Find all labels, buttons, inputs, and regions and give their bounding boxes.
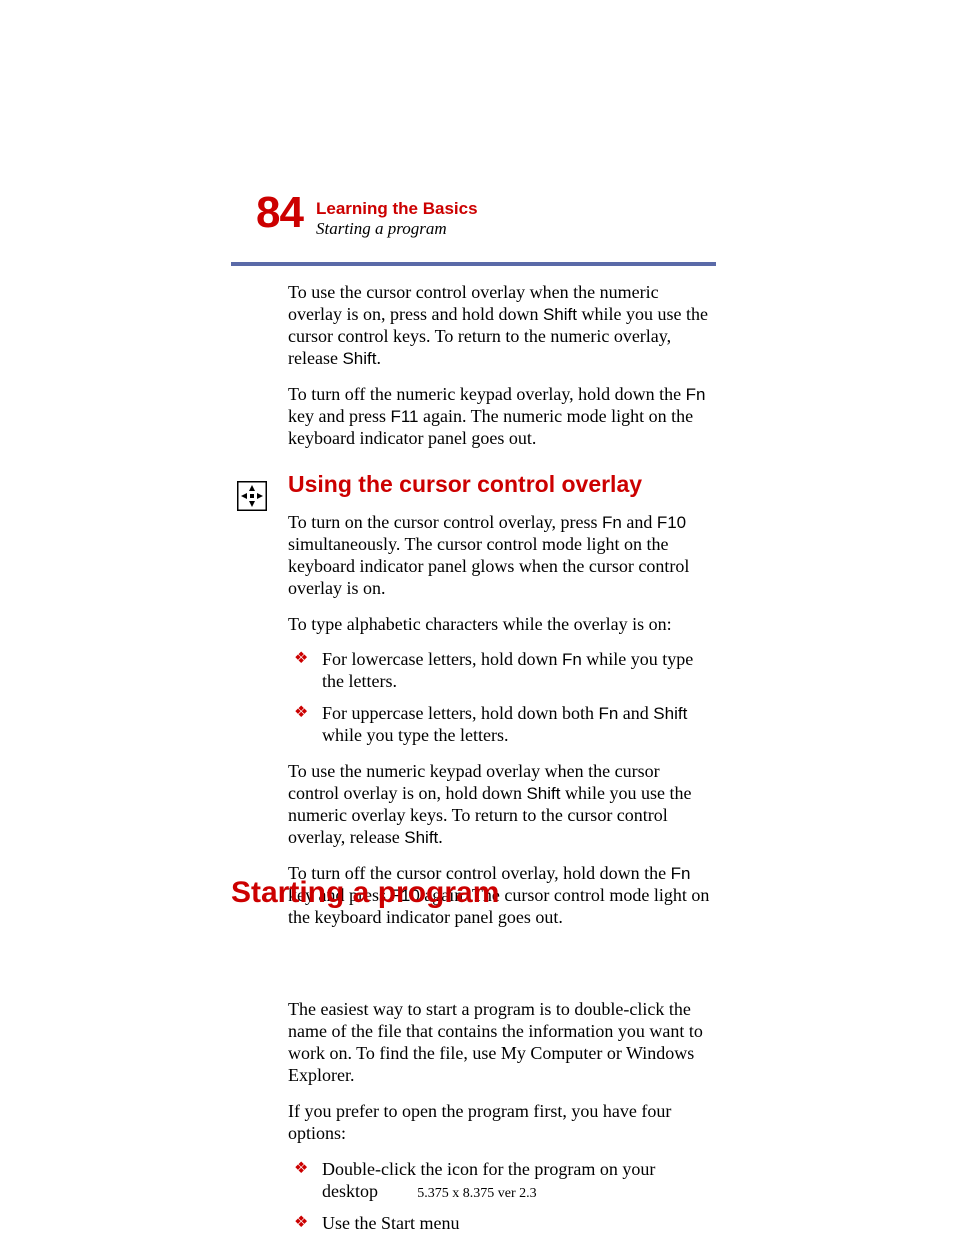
key-shift: Shift	[342, 349, 376, 368]
header-rule	[231, 262, 716, 266]
key-fn: Fn	[671, 864, 691, 883]
paragraph: To use the numeric keypad overlay when t…	[288, 761, 714, 849]
bullet-list: For lowercase letters, hold down Fn whil…	[288, 649, 714, 747]
paragraph: To turn off the numeric keypad overlay, …	[288, 384, 714, 450]
list-item: For lowercase letters, hold down Fn whil…	[288, 649, 714, 693]
list-item: Use the Start menu	[288, 1213, 714, 1235]
heading-starting-a-program: Starting a program	[231, 876, 499, 910]
key-shift: Shift	[526, 784, 560, 803]
paragraph: The easiest way to start a program is to…	[288, 999, 714, 1087]
paragraph: To turn on the cursor control overlay, p…	[288, 512, 714, 600]
paragraph: To type alphabetic characters while the …	[288, 614, 714, 636]
list-item: For uppercase letters, hold down both Fn…	[288, 703, 714, 747]
heading-cursor-control-overlay: Using the cursor control overlay	[288, 470, 714, 498]
chapter-title: Learning the Basics	[316, 199, 478, 219]
key-shift: Shift	[653, 704, 687, 723]
key-shift: Shift	[404, 828, 438, 847]
key-fn: Fn	[602, 513, 622, 532]
paragraph: To use the cursor control overlay when t…	[288, 282, 714, 370]
key-shift: Shift	[543, 305, 577, 324]
running-head-subtitle: Starting a program	[316, 219, 447, 239]
key-f10: F10	[657, 513, 686, 532]
key-f11: F11	[390, 407, 418, 426]
page-number: 84	[256, 188, 303, 238]
cursor-control-icon	[237, 481, 267, 511]
paragraph: If you prefer to open the program first,…	[288, 1101, 714, 1145]
footer-version: 5.375 x 8.375 ver 2.3	[0, 1186, 954, 1202]
key-fn: Fn	[686, 385, 706, 404]
page: 84 Learning the Basics Starting a progra…	[0, 0, 954, 1235]
key-fn: Fn	[598, 704, 618, 723]
body-text: To use the cursor control overlay when t…	[288, 282, 714, 1249]
key-fn: Fn	[562, 650, 582, 669]
